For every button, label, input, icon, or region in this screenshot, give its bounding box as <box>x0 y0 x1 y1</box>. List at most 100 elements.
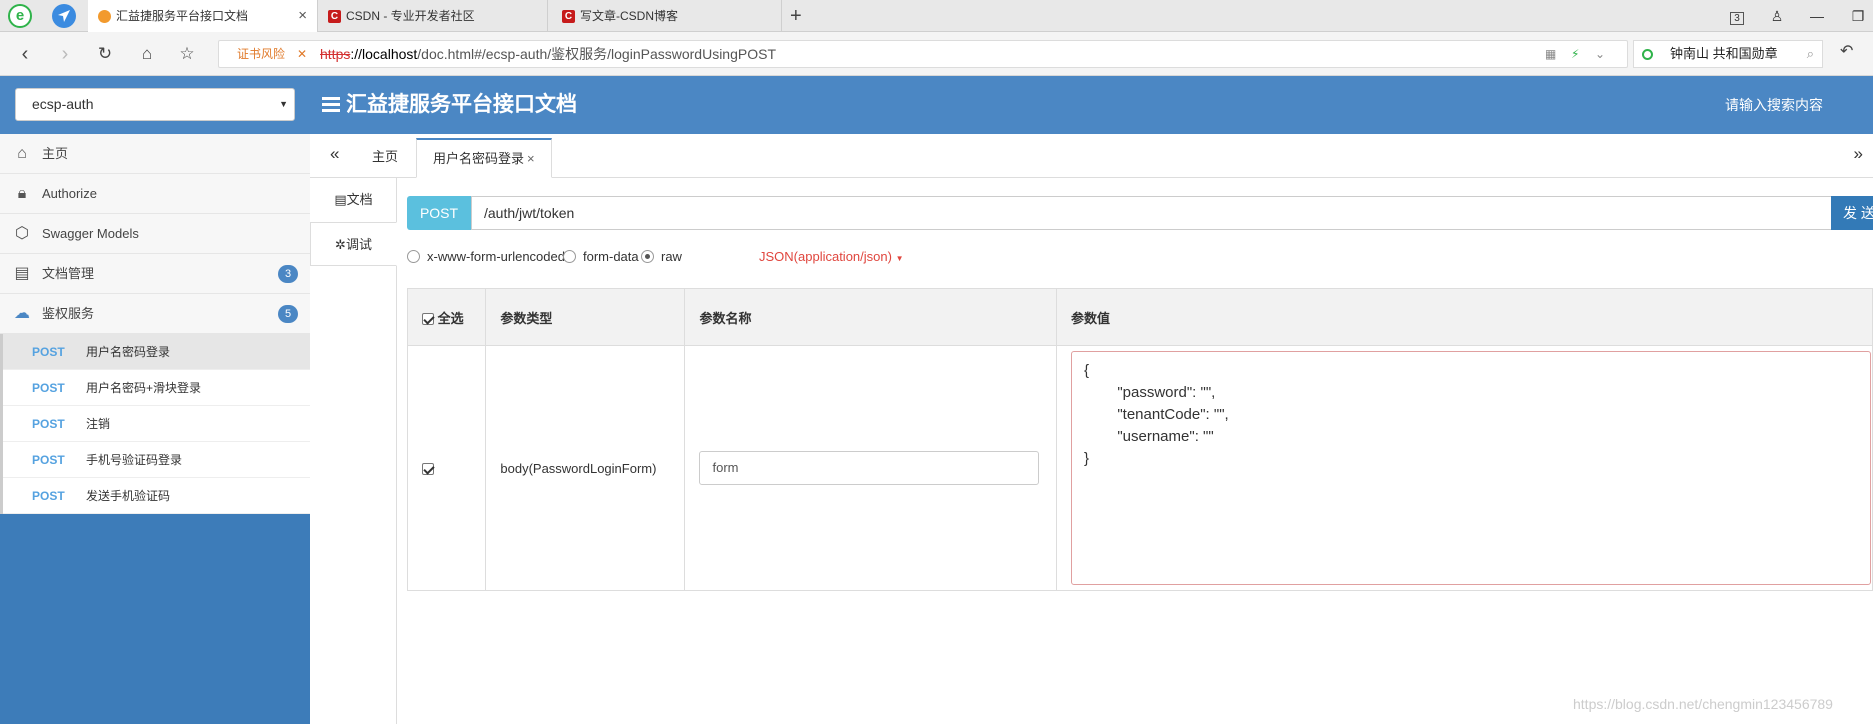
new-tab-button[interactable]: + <box>790 0 802 32</box>
menu-icon[interactable] <box>322 95 340 116</box>
param-type: body(PasswordLoginForm) <box>485 345 686 591</box>
caret-down-icon: ▼ <box>895 254 904 263</box>
param-value-cell: { "password": "", "tenantCode": "", "use… <box>1056 345 1873 591</box>
radio-raw[interactable] <box>641 250 654 263</box>
request-line: POST /auth/jwt/token 发 送 <box>407 196 1873 230</box>
param-name-cell: form <box>684 345 1057 591</box>
tab-title: CSDN - 专业开发者社区 <box>346 9 475 23</box>
method-label: POST <box>32 453 65 467</box>
radio-urlencoded[interactable] <box>407 250 420 263</box>
select-all-header[interactable]: 全选 <box>406 288 487 346</box>
param-name-input[interactable]: form <box>699 451 1040 485</box>
tab-label: 主页 <box>372 149 399 164</box>
cube-icon: ⬡ <box>15 225 29 242</box>
select-all-checkbox[interactable] <box>422 313 434 326</box>
api-item-password-login[interactable]: POST 用户名密码登录 <box>0 334 310 370</box>
browser-tab-csdn[interactable]: C CSDN - 专业开发者社区 <box>318 0 548 32</box>
back-icon[interactable]: ‹ <box>12 41 38 67</box>
browser-logo-icon[interactable]: e <box>8 4 32 28</box>
request-path-input[interactable]: /auth/jwt/token <box>471 196 1841 230</box>
undo-icon[interactable]: ↶ <box>1840 41 1853 61</box>
table-row: body(PasswordLoginForm) form { "password… <box>406 345 1873 591</box>
api-label: 发送手机验证码 <box>86 489 171 503</box>
radio-label: x-www-form-urlencoded <box>427 249 565 264</box>
forward-icon[interactable]: › <box>52 41 78 67</box>
sidebar-item-label: 鉴权服务 <box>42 306 95 321</box>
tab-doc[interactable]: ▤文档 <box>310 178 397 222</box>
radio-label: form-data <box>583 249 639 264</box>
caret-down-icon: ▼ <box>279 99 288 109</box>
sidebar-item-label: Authorize <box>42 186 97 201</box>
home-icon: ⌂ <box>17 145 27 162</box>
item-indicator <box>0 478 3 514</box>
browser-tab-write[interactable]: C 写文章-CSDN博客 <box>552 0 782 32</box>
tab-label: 用户名密码登录 <box>433 151 525 166</box>
tab-home[interactable]: 主页 <box>356 138 414 178</box>
param-value-textarea[interactable]: { "password": "", "tenantCode": "", "use… <box>1071 351 1871 585</box>
favorite-star-icon[interactable]: ☆ <box>174 41 200 67</box>
tabs-scroll-left-icon[interactable]: « <box>330 134 339 174</box>
column-header: 参数类型 <box>485 288 686 346</box>
api-item-password-slider-login[interactable]: POST 用户名密码+滑块登录 <box>0 370 310 406</box>
project-select[interactable]: ecsp-auth ▼ <box>15 88 295 121</box>
chevron-down-icon[interactable]: ⌄ <box>1595 41 1605 67</box>
tab-password-login[interactable]: 用户名密码登录 × <box>416 138 552 178</box>
tab-debug[interactable]: ✲调试 <box>310 222 397 266</box>
tab-favicon-icon <box>98 10 111 23</box>
lightning-icon[interactable]: ⚡ <box>1571 41 1579 67</box>
table-header-row: 全选 参数类型 参数名称 参数值 <box>406 288 1873 346</box>
refresh-icon[interactable]: ↻ <box>92 41 118 67</box>
tab-close-icon[interactable]: × <box>527 151 535 166</box>
bug-icon: ✲ <box>335 237 346 252</box>
shirt-icon[interactable]: ♙ <box>1762 0 1792 32</box>
tab-count-icon[interactable]: 3 <box>1722 0 1752 32</box>
api-item-logout[interactable]: POST 注销 <box>0 406 310 442</box>
api-label: 手机号验证码登录 <box>86 453 183 467</box>
column-header: 全选 <box>437 310 464 326</box>
sidebar: ⌂ 主页 🔒︎ Authorize ⬡ Swagger Models ▤ 文档管… <box>0 134 310 724</box>
qr-code-icon[interactable]: ▦ <box>1545 41 1556 67</box>
page-title: 汇益捷服务平台接口文档 <box>346 93 577 116</box>
row-checkbox[interactable] <box>422 463 434 476</box>
sidebar-item-swagger-models[interactable]: ⬡ Swagger Models <box>0 214 310 254</box>
cert-warning-icon: ✕ <box>297 47 308 61</box>
minimize-icon[interactable]: — <box>1802 0 1832 32</box>
method-label: POST <box>32 381 65 395</box>
method-label: POST <box>32 489 65 503</box>
raw-type-dropdown[interactable]: JSON(application/json) ▼ <box>759 246 904 270</box>
sidebar-item-authorize[interactable]: 🔒︎ Authorize <box>0 174 310 214</box>
api-search-input[interactable]: 请输入搜索内容 <box>1725 76 1823 134</box>
cert-warning[interactable]: 证书风险 <box>237 41 285 67</box>
item-indicator <box>0 406 3 442</box>
browser-tab-docs[interactable]: 汇益捷服务平台接口文档 × <box>88 0 318 32</box>
file-icon: ▤ <box>334 192 347 207</box>
sidebar-item-auth-service[interactable]: ☁ 鉴权服务 5 <box>0 294 310 334</box>
browser-tab-strip: e 汇益捷服务平台接口文档 × C CSDN - 专业开发者社区 C 写文章-C… <box>0 0 1873 32</box>
column-header: 参数值 <box>1056 288 1873 346</box>
sidebar-item-doc-management[interactable]: ▤ 文档管理 3 <box>0 254 310 294</box>
api-label: 用户名密码+滑块登录 <box>86 381 202 395</box>
method-label: POST <box>32 417 65 431</box>
tab-close-icon[interactable]: × <box>298 0 307 32</box>
navigation-icon[interactable] <box>52 4 76 28</box>
url-field[interactable]: 证书风险 ✕ https://localhost/doc.html#/ecsp-… <box>218 40 1628 68</box>
address-bar: ‹ › ↻ ⌂ ☆ 证书风险 ✕ https://localhost/doc.h… <box>0 32 1873 76</box>
api-item-send-sms[interactable]: POST 发送手机验证码 <box>0 478 310 514</box>
api-item-sms-login[interactable]: POST 手机号验证码登录 <box>0 442 310 478</box>
main-content: « 主页 用户名密码登录 × » ▤文档 ✲调试 POST /auth/jwt/t… <box>310 134 1873 724</box>
home-icon[interactable]: ⌂ <box>134 41 160 67</box>
api-label: 注销 <box>86 417 111 431</box>
api-label: 用户名密码登录 <box>86 345 171 359</box>
count-badge: 3 <box>278 265 298 283</box>
sidebar-item-home[interactable]: ⌂ 主页 <box>0 134 310 174</box>
tab-title: 写文章-CSDN博客 <box>580 9 678 23</box>
tab-label: 调试 <box>345 237 372 252</box>
search-icon[interactable]: ⌕ <box>1807 41 1814 67</box>
browser-search-box[interactable]: 钟南山 共和国勋章 ⌕ <box>1633 40 1823 68</box>
search-suggestion: 钟南山 共和国勋章 <box>1670 46 1778 61</box>
method-badge: POST <box>407 196 471 230</box>
tabs-scroll-right-icon[interactable]: » <box>1854 134 1863 174</box>
send-button[interactable]: 发 送 <box>1831 196 1873 230</box>
restore-icon[interactable]: ❐ <box>1843 0 1873 32</box>
radio-form-data[interactable] <box>563 250 576 263</box>
